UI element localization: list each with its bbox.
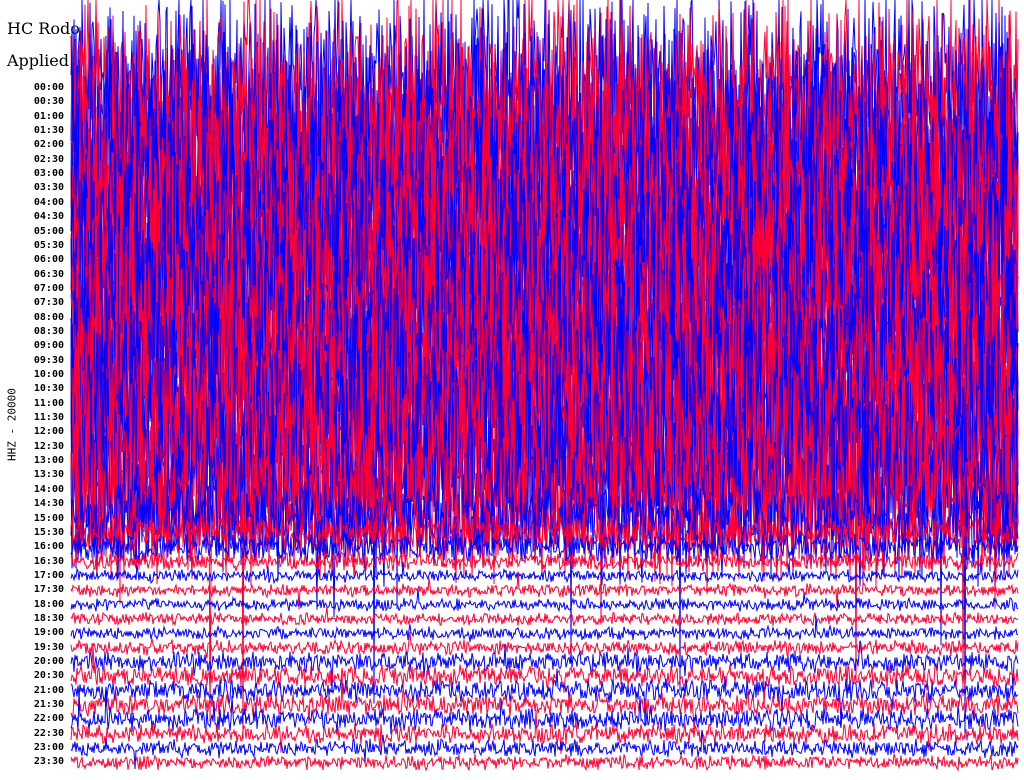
trace-row-1800 [70, 588, 1019, 613]
trace-row-2330 [70, 753, 1019, 772]
helicorder-plot [70, 0, 1019, 772]
trace-row-2000 [70, 640, 1019, 693]
trace-row-1830 [70, 606, 1019, 628]
